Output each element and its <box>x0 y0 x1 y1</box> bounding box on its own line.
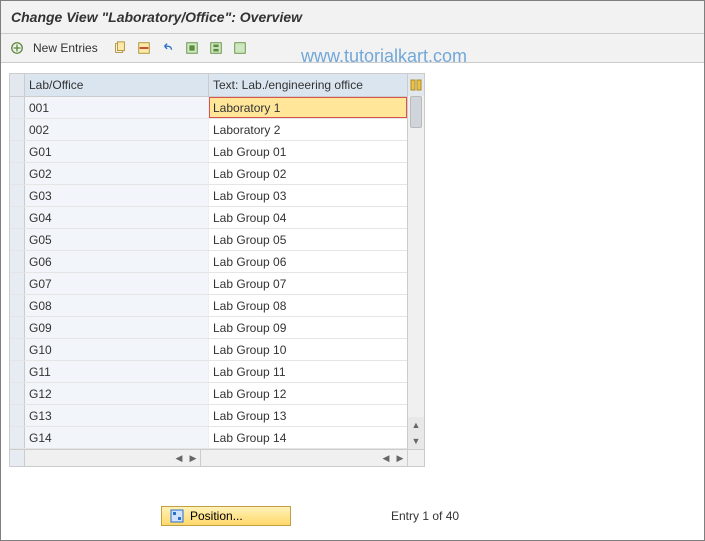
cell-lab-office[interactable]: G14 <box>25 427 209 448</box>
col-header-lab-office[interactable]: Lab/Office <box>25 74 209 96</box>
table-row[interactable]: G12Lab Group 12 <box>10 383 407 405</box>
table-row[interactable]: 002Laboratory 2 <box>10 119 407 141</box>
cell-text[interactable]: Laboratory 1 <box>209 97 407 118</box>
row-selector[interactable] <box>10 163 25 184</box>
table-row[interactable]: G02Lab Group 02 <box>10 163 407 185</box>
grid-header: Lab/Office Text: Lab./engineering office <box>10 74 407 97</box>
col-header-text[interactable]: Text: Lab./engineering office <box>209 74 407 96</box>
row-selector[interactable] <box>10 119 25 140</box>
position-label: Position... <box>190 509 243 523</box>
horizontal-scrollbar[interactable]: ◀ ▶ ◀ ▶ <box>9 450 425 467</box>
cell-text[interactable]: Lab Group 03 <box>209 185 407 206</box>
vertical-scrollbar[interactable]: ▲ ▼ <box>407 74 424 449</box>
table-row[interactable]: G01Lab Group 01 <box>10 141 407 163</box>
hscroll-left2-icon[interactable]: ◀ <box>379 451 393 465</box>
configure-columns-icon[interactable] <box>408 74 424 97</box>
data-grid: Lab/Office Text: Lab./engineering office… <box>9 73 425 450</box>
cell-lab-office[interactable]: 001 <box>25 97 209 118</box>
row-selector[interactable] <box>10 339 25 360</box>
table-row[interactable]: G08Lab Group 08 <box>10 295 407 317</box>
footer: Position... Entry 1 of 40 <box>1 506 704 526</box>
row-selector[interactable] <box>10 141 25 162</box>
position-button[interactable]: Position... <box>161 506 291 526</box>
row-selector[interactable] <box>10 97 25 118</box>
header-selector[interactable] <box>10 74 25 96</box>
scroll-up-icon[interactable]: ▲ <box>408 417 424 433</box>
row-selector[interactable] <box>10 185 25 206</box>
cell-text[interactable]: Lab Group 04 <box>209 207 407 228</box>
row-selector[interactable] <box>10 361 25 382</box>
grid-body: 001Laboratory 1002Laboratory 2G01Lab Gro… <box>10 97 407 449</box>
row-selector[interactable] <box>10 317 25 338</box>
cell-lab-office[interactable]: G06 <box>25 251 209 272</box>
content-area: Lab/Office Text: Lab./engineering office… <box>1 63 704 493</box>
table-row[interactable]: G13Lab Group 13 <box>10 405 407 427</box>
undo-icon[interactable] <box>158 38 178 58</box>
scroll-thumb[interactable] <box>410 96 422 128</box>
row-selector[interactable] <box>10 251 25 272</box>
cell-text[interactable]: Lab Group 12 <box>209 383 407 404</box>
scroll-down-icon[interactable]: ▼ <box>408 433 424 449</box>
cell-text[interactable]: Lab Group 14 <box>209 427 407 448</box>
cell-lab-office[interactable]: G13 <box>25 405 209 426</box>
cell-lab-office[interactable]: G05 <box>25 229 209 250</box>
cell-lab-office[interactable]: G10 <box>25 339 209 360</box>
sap-window: Change View "Laboratory/Office": Overvie… <box>0 0 705 541</box>
table-row[interactable]: 001Laboratory 1 <box>10 97 407 119</box>
hscroll-right2-icon[interactable]: ▶ <box>393 451 407 465</box>
page-title: Change View "Laboratory/Office": Overvie… <box>1 1 704 34</box>
cell-text[interactable]: Lab Group 01 <box>209 141 407 162</box>
other-view-icon[interactable] <box>7 38 27 58</box>
deselect-all-icon[interactable] <box>230 38 250 58</box>
row-selector[interactable] <box>10 427 25 448</box>
table-row[interactable]: G05Lab Group 05 <box>10 229 407 251</box>
cell-text[interactable]: Lab Group 08 <box>209 295 407 316</box>
row-selector[interactable] <box>10 273 25 294</box>
table-row[interactable]: G09Lab Group 09 <box>10 317 407 339</box>
cell-lab-office[interactable]: G04 <box>25 207 209 228</box>
table-row[interactable]: G06Lab Group 06 <box>10 251 407 273</box>
cell-text[interactable]: Lab Group 05 <box>209 229 407 250</box>
table-row[interactable]: G07Lab Group 07 <box>10 273 407 295</box>
cell-text[interactable]: Lab Group 02 <box>209 163 407 184</box>
cell-lab-office[interactable]: G09 <box>25 317 209 338</box>
row-selector[interactable] <box>10 229 25 250</box>
scroll-track[interactable] <box>408 96 424 417</box>
cell-text[interactable]: Lab Group 10 <box>209 339 407 360</box>
cell-lab-office[interactable]: G11 <box>25 361 209 382</box>
cell-lab-office[interactable]: G07 <box>25 273 209 294</box>
delete-icon[interactable] <box>134 38 154 58</box>
cell-text[interactable]: Lab Group 09 <box>209 317 407 338</box>
row-selector[interactable] <box>10 383 25 404</box>
cell-lab-office[interactable]: 002 <box>25 119 209 140</box>
table-row[interactable]: G03Lab Group 03 <box>10 185 407 207</box>
row-selector[interactable] <box>10 295 25 316</box>
cell-lab-office[interactable]: G03 <box>25 185 209 206</box>
cell-lab-office[interactable]: G12 <box>25 383 209 404</box>
table-row[interactable]: G11Lab Group 11 <box>10 361 407 383</box>
cell-text[interactable]: Lab Group 07 <box>209 273 407 294</box>
table-row[interactable]: G14Lab Group 14 <box>10 427 407 449</box>
cell-text[interactable]: Lab Group 13 <box>209 405 407 426</box>
entry-counter: Entry 1 of 40 <box>391 509 459 523</box>
select-all-icon[interactable] <box>182 38 202 58</box>
hscroll-left-icon[interactable]: ◀ <box>172 451 186 465</box>
table-row[interactable]: G10Lab Group 10 <box>10 339 407 361</box>
cell-lab-office[interactable]: G01 <box>25 141 209 162</box>
row-selector[interactable] <box>10 405 25 426</box>
cell-text[interactable]: Lab Group 11 <box>209 361 407 382</box>
cell-lab-office[interactable]: G08 <box>25 295 209 316</box>
copy-icon[interactable] <box>110 38 130 58</box>
position-icon <box>170 509 184 523</box>
hscroll-right-icon[interactable]: ▶ <box>186 451 200 465</box>
row-selector[interactable] <box>10 207 25 228</box>
cell-text[interactable]: Lab Group 06 <box>209 251 407 272</box>
table-row[interactable]: G04Lab Group 04 <box>10 207 407 229</box>
cell-text[interactable]: Laboratory 2 <box>209 119 407 140</box>
cell-lab-office[interactable]: G02 <box>25 163 209 184</box>
select-block-icon[interactable] <box>206 38 226 58</box>
new-entries-button[interactable]: New Entries <box>33 41 98 55</box>
